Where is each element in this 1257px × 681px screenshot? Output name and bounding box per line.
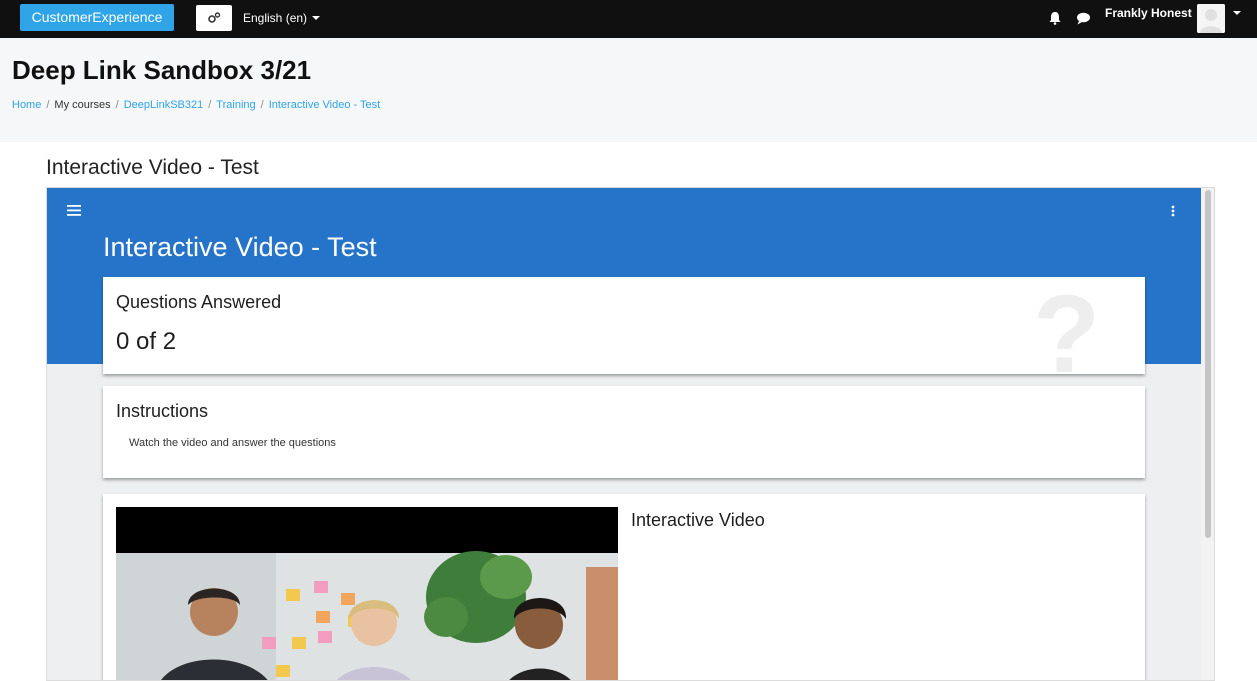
page-header: Deep Link Sandbox 3/21 Home / My courses… xyxy=(0,38,1257,142)
gears-icon xyxy=(208,12,221,23)
instructions-card: Instructions Watch the video and answer … xyxy=(103,386,1145,478)
breadcrumb-my-courses: My courses xyxy=(54,99,111,111)
instructions-label: Instructions xyxy=(116,401,209,421)
breadcrumb-separator: / xyxy=(115,99,119,111)
h5p-title: Interactive Video - Test xyxy=(103,232,377,262)
video-still-image xyxy=(116,507,618,680)
breadcrumb-separator: / xyxy=(208,99,212,111)
h5p-scrollbar[interactable] xyxy=(1201,188,1214,680)
kebab-menu-icon[interactable] xyxy=(1171,205,1175,217)
settings-button[interactable] xyxy=(196,5,232,31)
avatar[interactable] xyxy=(1197,4,1225,33)
brand-button[interactable]: CustomerExperience xyxy=(20,4,174,31)
top-navbar: CustomerExperience English (en) Frankly … xyxy=(0,0,1257,38)
breadcrumb-section[interactable]: Training xyxy=(216,99,255,111)
questions-answered-label: Questions Answered xyxy=(116,292,282,312)
breadcrumb-home[interactable]: Home xyxy=(12,99,41,111)
activity-title: Interactive Video - Test xyxy=(46,156,259,179)
breadcrumb-separator: / xyxy=(260,99,264,111)
questions-answered-value: 0 of 2 xyxy=(116,328,177,355)
hamburger-menu-icon[interactable] xyxy=(67,205,81,216)
bell-icon[interactable] xyxy=(1048,11,1062,25)
chat-icon[interactable] xyxy=(1076,12,1091,25)
video-thumbnail[interactable] xyxy=(116,507,618,680)
interactive-video-card[interactable]: Interactive Video xyxy=(103,494,1145,680)
questions-answered-card: Questions Answered 0 of 2 ? xyxy=(103,277,1145,374)
user-name[interactable]: Frankly Honest xyxy=(1105,6,1192,20)
question-mark-icon: ? xyxy=(1033,277,1101,375)
avatar-icon xyxy=(1197,4,1225,33)
breadcrumb: Home / My courses / DeepLinkSB321 / Trai… xyxy=(12,99,380,111)
page-title: Deep Link Sandbox 3/21 xyxy=(12,55,312,85)
chevron-down-icon xyxy=(312,16,321,20)
breadcrumb-course[interactable]: DeepLinkSB321 xyxy=(124,99,204,111)
language-label: English (en) xyxy=(243,11,308,25)
language-menu[interactable]: English (en) xyxy=(243,11,321,25)
user-menu-chevron-down-icon[interactable] xyxy=(1233,11,1241,15)
interactive-video-label: Interactive Video xyxy=(631,510,765,530)
breadcrumb-separator: / xyxy=(46,99,50,111)
scrollbar-thumb[interactable] xyxy=(1205,190,1211,538)
instructions-text: Watch the video and answer the questions xyxy=(129,437,336,449)
h5p-frame: Interactive Video - Test Questions Answe… xyxy=(46,187,1215,681)
breadcrumb-activity[interactable]: Interactive Video - Test xyxy=(269,99,381,111)
